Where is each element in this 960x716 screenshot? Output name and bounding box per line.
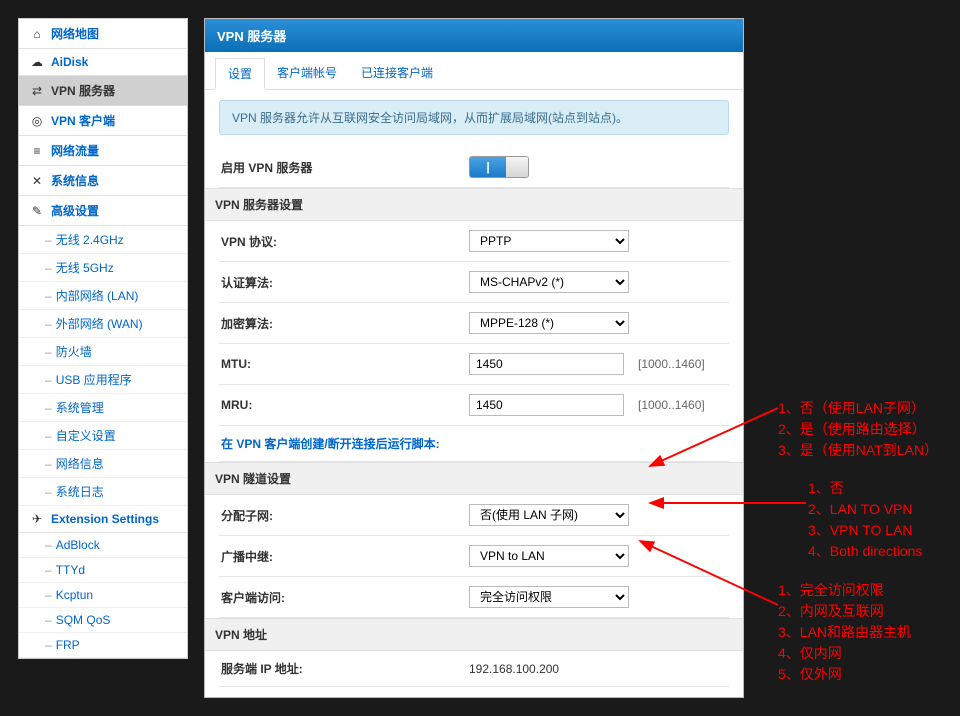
dash-icon: –	[45, 289, 52, 303]
sidebar-sub-item[interactable]: –防火墙	[19, 338, 187, 366]
sidebar-item-label: 高级设置	[51, 202, 99, 219]
plane-icon: ✈	[29, 512, 45, 526]
sidebar-sub-item[interactable]: –无线 2.4GHz	[19, 226, 187, 254]
annotation-relay: 1、否2、LAN TO VPN3、VPN TO LAN4、Both direct…	[808, 478, 922, 562]
dash-icon: –	[45, 429, 52, 443]
dash-icon: –	[45, 401, 52, 415]
label-client: 客户端访问:	[219, 589, 469, 606]
sidebar-item[interactable]: ◎ VPN 客户端	[19, 106, 187, 136]
nav-icon: ⇄	[29, 84, 45, 98]
label-mru: MRU:	[219, 398, 469, 412]
mtu-hint: [1000..1460]	[638, 357, 705, 371]
tab-accounts[interactable]: 客户端帐号	[265, 58, 349, 89]
sidebar-sub-item[interactable]: –自定义设置	[19, 422, 187, 450]
label-lanrange: 内网 IP 范围:	[219, 696, 469, 698]
auth-select[interactable]: MS-CHAPv2 (*)	[469, 271, 629, 293]
sidebar-item-label: VPN 客户端	[51, 112, 115, 129]
protocol-select[interactable]: PPTP	[469, 230, 629, 252]
sidebar-sub-item[interactable]: –系统管理	[19, 394, 187, 422]
label-enable: 启用 VPN 服务器	[219, 159, 469, 176]
sidebar-sub-item[interactable]: –网络信息	[19, 450, 187, 478]
sidebar-item[interactable]: ⇄ VPN 服务器	[19, 76, 187, 106]
label-enc: 加密算法:	[219, 315, 469, 332]
label-protocol: VPN 协议:	[219, 233, 469, 250]
mru-input[interactable]	[469, 394, 624, 416]
subnet-select[interactable]: 否(使用 LAN 子网)	[469, 504, 629, 526]
sidebar: ⌂ 网络地图 ☁ AiDisk ⇄ VPN 服务器 ◎ VPN 客户端 ≡ 网络流量 ✕ 系统信息 ✎ 高…	[18, 18, 188, 659]
nav-icon: ≡	[29, 144, 45, 158]
sidebar-sub-item[interactable]: –外部网络 (WAN)	[19, 310, 187, 338]
dash-icon: –	[45, 563, 52, 577]
sidebar-sub-item[interactable]: –Kcptun	[19, 583, 187, 608]
dash-icon: –	[45, 613, 52, 627]
enc-select[interactable]: MPPE-128 (*)	[469, 312, 629, 334]
sidebar-sub-item[interactable]: –AdBlock	[19, 533, 187, 558]
dash-icon: –	[45, 345, 52, 359]
panel-title: VPN 服务器	[205, 19, 743, 52]
dash-icon: –	[45, 538, 52, 552]
sidebar-sub-item[interactable]: –系统日志	[19, 478, 187, 506]
nav-icon: ⌂	[29, 27, 45, 41]
sidebar-sub-item[interactable]: –USB 应用程序	[19, 366, 187, 394]
sidebar-item-label: VPN 服务器	[51, 82, 115, 99]
sidebar-item-label: Extension Settings	[51, 512, 159, 526]
toggle-on: |	[470, 157, 506, 177]
dash-icon: –	[45, 261, 52, 275]
annotation-subnet: 1、否（使用LAN子网）2、是（使用路由选择）3、是（使用NAT到LAN）	[778, 398, 938, 461]
sidebar-sub-item[interactable]: –FRP	[19, 633, 187, 658]
sidebar-sub-item[interactable]: –无线 5GHz	[19, 254, 187, 282]
tab-settings[interactable]: 设置	[215, 58, 265, 90]
dash-icon: –	[45, 373, 52, 387]
sidebar-item-label: 网络地图	[51, 25, 99, 42]
sidebar-sub-item[interactable]: –TTYd	[19, 558, 187, 583]
section-server-settings: VPN 服务器设置	[205, 188, 743, 221]
sidebar-item-extension[interactable]: ✈ Extension Settings	[19, 506, 187, 533]
nav-icon: ◎	[29, 114, 45, 128]
sidebar-item-label: 网络流量	[51, 142, 99, 159]
dash-icon: –	[45, 638, 52, 652]
mtu-input[interactable]	[469, 353, 624, 375]
label-relay: 广播中继:	[219, 548, 469, 565]
sidebar-sub-item[interactable]: –SQM QoS	[19, 608, 187, 633]
dash-icon: –	[45, 233, 52, 247]
dash-icon: –	[45, 457, 52, 471]
tabs: 设置 客户端帐号 已连接客户端	[205, 52, 743, 90]
dash-icon: –	[45, 485, 52, 499]
sidebar-item[interactable]: ☁ AiDisk	[19, 49, 187, 76]
client-select[interactable]: 完全访问权限	[469, 586, 629, 608]
nav-icon: ✎	[29, 204, 45, 218]
dash-icon: –	[45, 317, 52, 331]
nav-icon: ✕	[29, 174, 45, 188]
sidebar-item-label: 系统信息	[51, 172, 99, 189]
sidebar-item[interactable]: ✕ 系统信息	[19, 166, 187, 196]
label-mtu: MTU:	[219, 357, 469, 371]
nav-icon: ☁	[29, 55, 45, 69]
dash-icon: –	[45, 588, 52, 602]
sidebar-sub-item[interactable]: –内部网络 (LAN)	[19, 282, 187, 310]
tab-connected[interactable]: 已连接客户端	[349, 58, 445, 89]
script-link[interactable]: 在 VPN 客户端创建/断开连接后运行脚本:	[219, 435, 440, 452]
mru-hint: [1000..1460]	[638, 398, 705, 412]
section-addr: VPN 地址	[205, 618, 743, 651]
lan-range: 192.168.100.101 ~ 192.168.100.120	[469, 698, 663, 699]
sidebar-item-label: AiDisk	[51, 55, 88, 69]
relay-select[interactable]: VPN to LAN	[469, 545, 629, 567]
annotation-client: 1、完全访问权限2、内网及互联网3、LAN和路由器主机4、仅内网5、仅外网	[778, 580, 911, 685]
server-ip: 192.168.100.200	[469, 662, 559, 676]
section-tunnel: VPN 隧道设置	[205, 462, 743, 495]
info-banner: VPN 服务器允许从互联网安全访问局域网，从而扩展局域网(站点到站点)。	[219, 100, 729, 135]
enable-toggle[interactable]: |	[469, 156, 529, 178]
label-subnet: 分配子网:	[219, 507, 469, 524]
label-auth: 认证算法:	[219, 274, 469, 291]
label-srvip: 服务端 IP 地址:	[219, 660, 469, 677]
sidebar-item[interactable]: ✎ 高级设置	[19, 196, 187, 226]
sidebar-item[interactable]: ≡ 网络流量	[19, 136, 187, 166]
content-panel: VPN 服务器 设置 客户端帐号 已连接客户端 VPN 服务器允许从互联网安全访…	[204, 18, 744, 698]
toggle-off	[506, 157, 528, 177]
sidebar-item[interactable]: ⌂ 网络地图	[19, 19, 187, 49]
